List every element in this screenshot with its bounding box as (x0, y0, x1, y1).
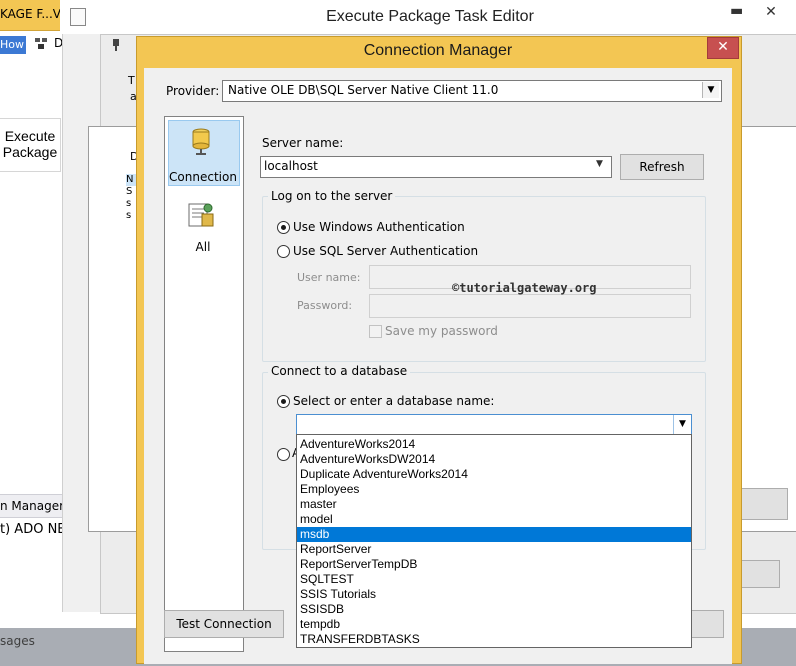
database-option[interactable]: ReportServer (297, 542, 691, 557)
task-editor-close-button[interactable]: ✕ (760, 4, 782, 22)
nav-connection-label: Connection (169, 170, 237, 184)
attach-database-radio[interactable] (277, 448, 290, 461)
task-editor-label-t: T (128, 74, 135, 87)
password-field[interactable] (369, 294, 691, 318)
toolbar-tasks-icon[interactable] (34, 36, 48, 50)
server-name-value: localhost (264, 159, 318, 173)
test-connection-button[interactable]: Test Connection (164, 610, 284, 638)
execute-package-task-node[interactable]: Execute Package (0, 118, 61, 172)
select-database-label[interactable]: Select or enter a database name: (293, 394, 494, 408)
chevron-down-icon[interactable]: ▼ (596, 159, 603, 169)
chevron-down-icon[interactable]: ▼ (673, 415, 691, 434)
logon-group-title: Log on to the server (268, 189, 396, 203)
database-option[interactable]: SSIS Tutorials (297, 587, 691, 602)
nav-all-label[interactable]: All (166, 240, 240, 254)
refresh-button[interactable]: Refresh (620, 154, 704, 180)
provider-value: Native OLE DB\SQL Server Native Client 1… (228, 83, 499, 97)
ado-connection-item[interactable]: t) ADO NE (0, 522, 62, 537)
save-password-label: Save my password (385, 324, 498, 338)
connection-managers-tab[interactable]: n Managers (0, 494, 62, 518)
connect-database-group-title: Connect to a database (268, 364, 411, 378)
sql-auth-label[interactable]: Use SQL Server Authentication (293, 244, 478, 258)
database-name-combo[interactable] (296, 414, 692, 436)
database-option[interactable]: Duplicate AdventureWorks2014 (297, 467, 691, 482)
database-option[interactable]: master (297, 497, 691, 512)
properties-icon[interactable] (186, 200, 216, 230)
database-icon (190, 128, 212, 155)
task-editor-app-icon (70, 8, 86, 26)
connection-manager-title: Connection Manager (363, 42, 513, 59)
database-option[interactable]: SQLTEST (297, 572, 691, 587)
windows-auth-radio[interactable] (277, 221, 290, 234)
user-name-label: User name: (297, 271, 361, 284)
sql-auth-radio[interactable] (277, 245, 290, 258)
control-flow-label: How (0, 38, 24, 51)
minimize-button[interactable]: ▬ (730, 4, 743, 18)
database-option[interactable]: model (297, 512, 691, 527)
execute-package-line2: Package (2, 144, 58, 160)
select-database-radio[interactable] (277, 395, 290, 408)
connection-nav-pane (164, 116, 244, 652)
save-password-checkbox[interactable] (369, 325, 382, 338)
document-tab-label: KAGE F...VE (0, 7, 60, 21)
database-option[interactable]: msdb (297, 527, 691, 542)
task-editor-bottom-button[interactable] (740, 560, 780, 588)
database-dropdown-list[interactable]: AdventureWorks2014 AdventureWorksDW2014 Du… (296, 434, 692, 648)
database-option[interactable]: AdventureWorksDW2014 (297, 452, 691, 467)
chevron-down-icon[interactable]: ▼ (702, 82, 719, 98)
connection-manager-close-button[interactable]: ✕ (707, 37, 739, 59)
database-option[interactable]: ReportServerTempDB (297, 557, 691, 572)
password-label: Password: (297, 299, 353, 312)
database-option[interactable]: TRANSFERDBTASKS (297, 632, 691, 647)
inner-dialog-icon (110, 38, 122, 52)
document-tab[interactable]: KAGE F...VE (0, 0, 60, 31)
database-option[interactable]: Employees (297, 482, 691, 497)
execute-package-line1: Execute (4, 128, 56, 144)
task-editor-title: Execute Package Task Editor (326, 8, 534, 25)
windows-auth-label[interactable]: Use Windows Authentication (293, 220, 465, 234)
watermark: ©tutorialgateway.org (452, 281, 597, 295)
database-option[interactable]: SSISDB (297, 602, 691, 617)
task-editor-side-button[interactable] (740, 488, 788, 520)
database-option[interactable]: tempdb (297, 617, 691, 632)
control-flow-tab[interactable]: How (0, 36, 26, 54)
server-name-label: Server name: (262, 136, 344, 150)
database-option[interactable]: AdventureWorks2014 (297, 437, 691, 452)
provider-label: Provider: (166, 84, 220, 98)
status-text: sages (0, 634, 35, 648)
